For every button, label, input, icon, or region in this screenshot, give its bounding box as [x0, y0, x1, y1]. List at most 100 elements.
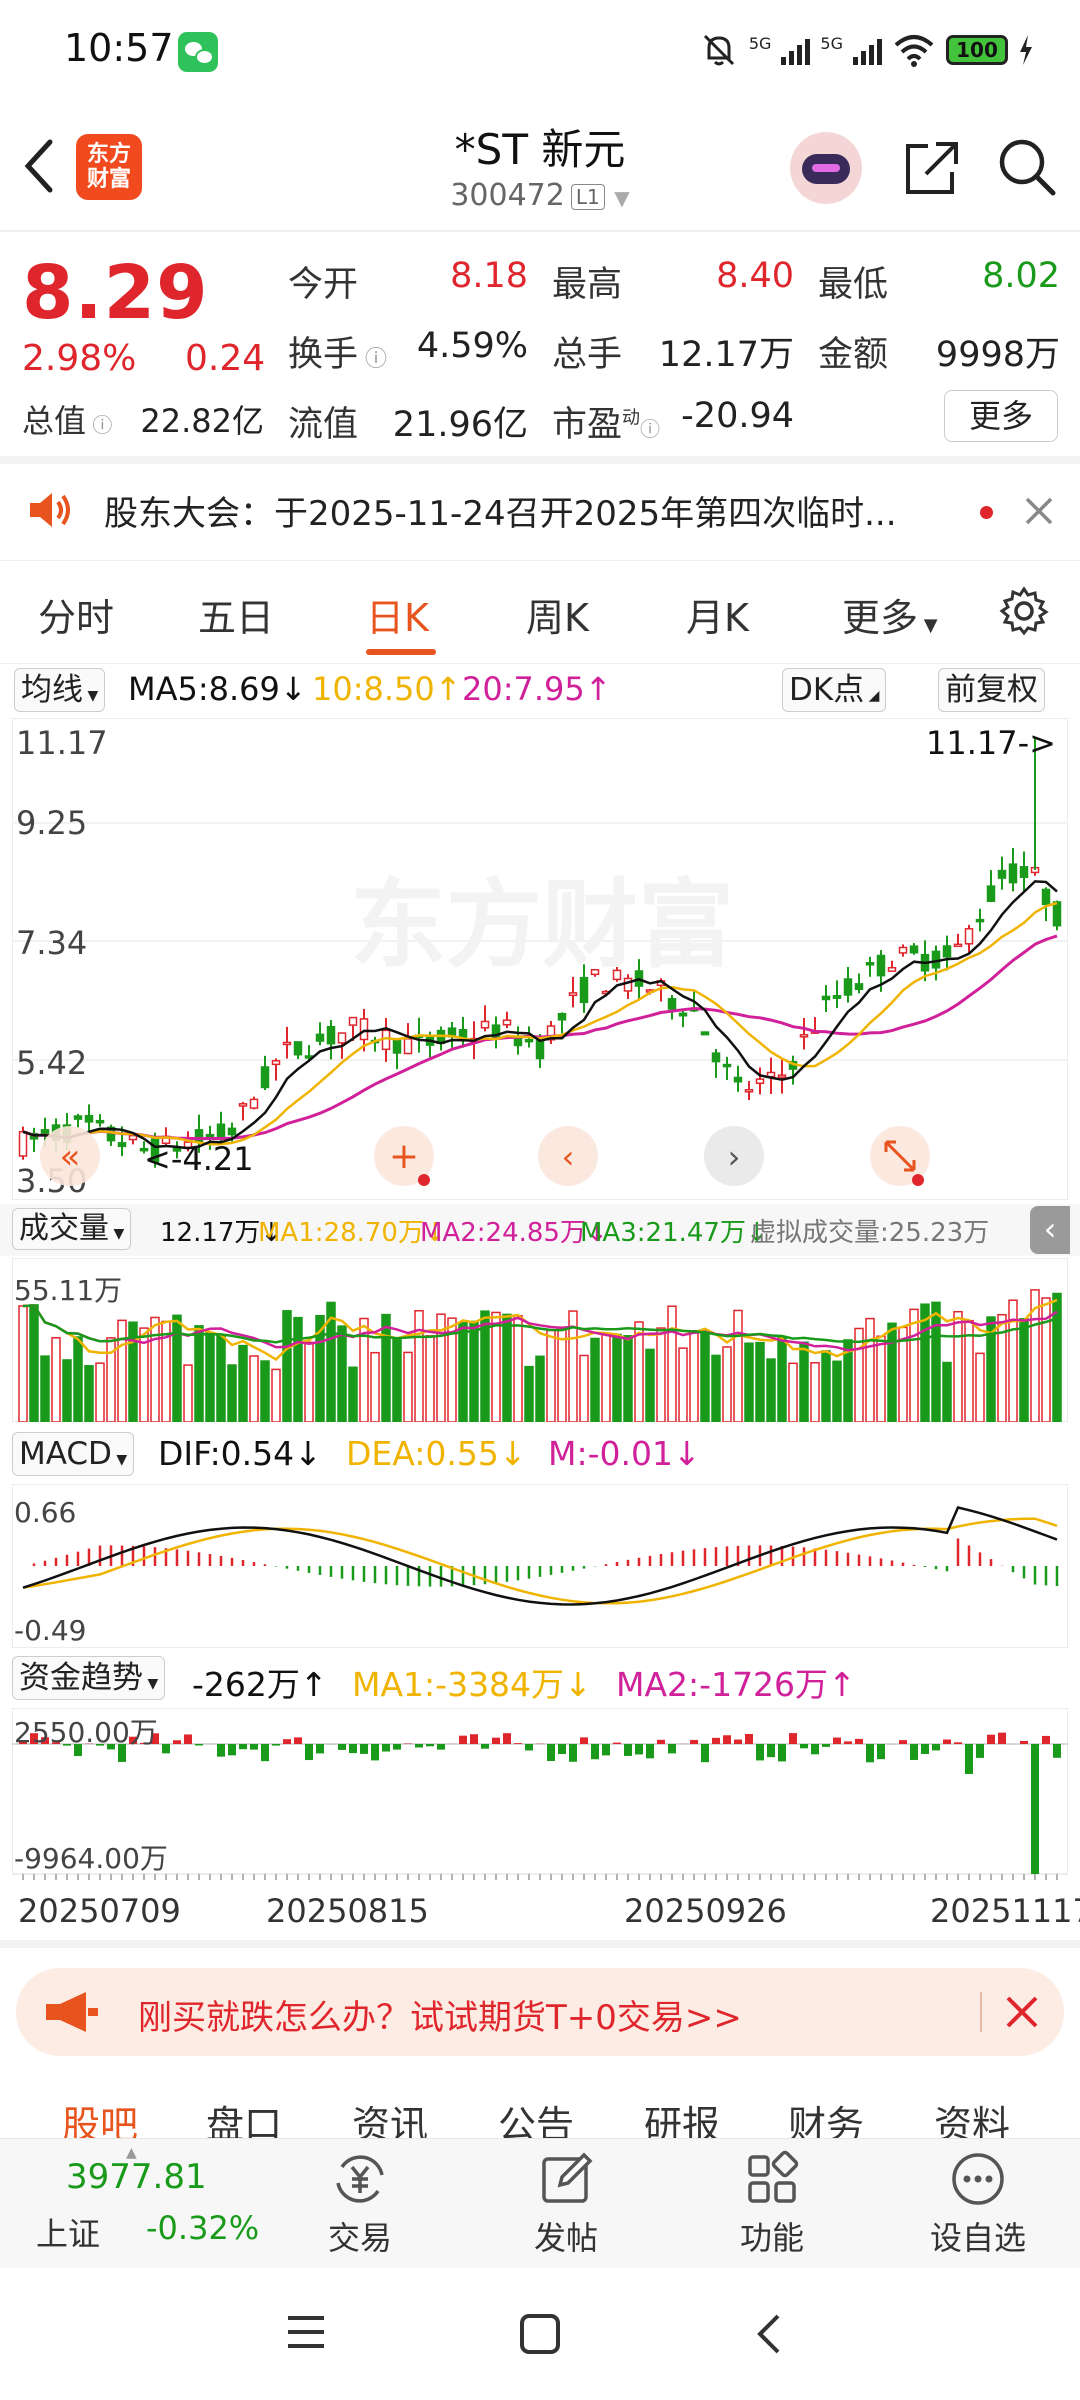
more-quote-button[interactable]: 更多 [944, 390, 1058, 442]
add-watchlist-button[interactable]: 设自选 [918, 2149, 1038, 2259]
volume-bar [579, 1354, 589, 1422]
tab-more[interactable]: 更多 ▼ [842, 587, 938, 642]
zoom-in-button[interactable]: + [374, 1126, 434, 1186]
share-icon[interactable] [900, 138, 960, 198]
watch-label: 设自选 [929, 2219, 1026, 2257]
last-price: 8.29 [22, 250, 209, 336]
fund-ma1-text: MA1:-3384万 [352, 1665, 565, 1704]
fund-bar [272, 1744, 280, 1746]
adjust-select[interactable]: 前复权 [938, 668, 1045, 712]
ma-select[interactable]: 均线 ▼ [14, 668, 106, 712]
volume-bar [95, 1362, 105, 1422]
volume-bar [700, 1330, 710, 1422]
volume-label: 总手 [552, 335, 623, 375]
next-button[interactable]: › [704, 1126, 764, 1186]
turnover-label[interactable]: 换手 ⓘ [288, 326, 387, 377]
dk-point-toggle[interactable]: DK点 ◢ [782, 668, 887, 712]
fund-bar [492, 1737, 500, 1744]
status-icons: 5G 5G 100 [699, 30, 1034, 70]
candle-body [777, 1074, 787, 1078]
fund-y-top: 2550.00万 [14, 1716, 158, 1749]
zoom-out-button[interactable]: « [40, 1126, 100, 1186]
fund-bar [701, 1744, 709, 1763]
post-button[interactable]: 发帖 [516, 2149, 616, 2259]
fund-bar [1020, 1740, 1028, 1744]
fund-bar [899, 1740, 907, 1744]
y-tick-4: 5.42 [16, 1044, 87, 1082]
volume-ma3: MA3:21.47万↓ [580, 1212, 768, 1249]
settings-gear-icon[interactable] [998, 585, 1050, 637]
period-tabs: 分时 五日 日K 周K 月K 更多 ▼ [0, 560, 1080, 664]
volume-bar [381, 1313, 391, 1422]
wifi-icon [894, 35, 934, 67]
candle-body [997, 869, 1007, 879]
macd-m: M:-0.01↓ [548, 1434, 701, 1473]
volume-bar [755, 1341, 765, 1422]
candle-body [843, 978, 853, 996]
candle-body [293, 1041, 303, 1056]
watermark: 东方财富 [350, 869, 734, 981]
fund-bar [998, 1732, 1006, 1744]
volume-bar [810, 1362, 820, 1422]
back-triangle-icon[interactable] [754, 2312, 784, 2356]
candle-body [711, 1052, 721, 1063]
close-icon[interactable] [1024, 496, 1054, 526]
fund-bar [173, 1740, 181, 1744]
tab-5day[interactable]: 五日 [198, 587, 274, 642]
volume-bar [337, 1325, 347, 1422]
fund-frame [12, 1708, 1068, 1875]
tab-monthly-k[interactable]: 月K [686, 587, 749, 642]
fund-bar [294, 1737, 302, 1744]
tab-daily-k[interactable]: 日K [366, 587, 429, 642]
volume-select[interactable]: 成交量 ▼ [12, 1208, 132, 1250]
mktcap-label[interactable]: 总值 ⓘ [22, 396, 112, 442]
fund-bar [195, 1744, 203, 1746]
fullscreen-button[interactable] [870, 1126, 930, 1186]
collapse-panel-button[interactable]: ‹ [1030, 1206, 1070, 1254]
close-icon[interactable] [1004, 1994, 1040, 2030]
turnover-label-text: 换手 [288, 335, 359, 375]
pe-label-text: 市盈 [552, 405, 623, 445]
fund-bar [217, 1744, 225, 1757]
down-arrow-icon: ↓ [672, 1434, 701, 1473]
fund-bar [646, 1744, 654, 1759]
candle-body [326, 1025, 336, 1045]
y-tick-max: 11.17 [16, 724, 108, 762]
futures-ad-banner[interactable]: 刚买就跌怎么办？试试期货T+0交易>> [16, 1968, 1064, 2056]
search-icon[interactable] [996, 136, 1058, 198]
signal-icon-1 [781, 35, 811, 65]
kline-chart[interactable]: 东方财富 11.17 9.25 7.34 5.42 3.50 11.17-> <… [12, 718, 1068, 1200]
trade-label: 交易 [327, 2219, 392, 2257]
pe-label[interactable]: 市盈动ⓘ [552, 396, 660, 447]
menu-icon[interactable] [284, 2312, 328, 2352]
volume-bar [260, 1360, 270, 1422]
index-ticker[interactable]: 3977.81 上证 -0.32% ▲ [0, 2139, 259, 2269]
plus-icon: + [389, 1136, 419, 1177]
tab-intraday[interactable]: 分时 [38, 587, 114, 642]
open-value: 8.18 [450, 256, 528, 296]
fund-ma1: MA1:-3384万↓ [352, 1658, 592, 1706]
fund-bar [756, 1744, 764, 1761]
info-icon: ⓘ [640, 417, 661, 441]
notice-bar[interactable]: 股东大会：于2025-11-24召开2025年第四次临时... [0, 462, 1080, 558]
fund-bar [976, 1744, 984, 1758]
candle-body [73, 1115, 83, 1120]
function-button[interactable]: 功能 [722, 2149, 822, 2259]
volume-bar [722, 1346, 732, 1422]
volume-bar [634, 1321, 644, 1422]
fund-bar [1042, 1735, 1050, 1744]
fund-select-label: 资金趋势 [19, 1660, 143, 1696]
amount-label: 金额 [818, 335, 889, 375]
x-label-4: 20251117 [930, 1892, 1080, 1930]
prev-button[interactable]: ‹ [538, 1126, 598, 1186]
tab-weekly-k[interactable]: 周K [526, 587, 589, 642]
fund-bar [723, 1735, 731, 1744]
home-square-icon[interactable] [518, 2312, 562, 2356]
macd-dif-text: DIF:0.54 [158, 1434, 295, 1473]
ai-assistant-icon[interactable] [790, 132, 862, 204]
macd-select[interactable]: MACD ▼ [12, 1432, 135, 1476]
volume-bar [304, 1341, 314, 1422]
trade-button[interactable]: 交易 [310, 2149, 410, 2259]
volume-bar [370, 1351, 380, 1422]
fund-select[interactable]: 资金趋势 ▼ [12, 1656, 166, 1700]
